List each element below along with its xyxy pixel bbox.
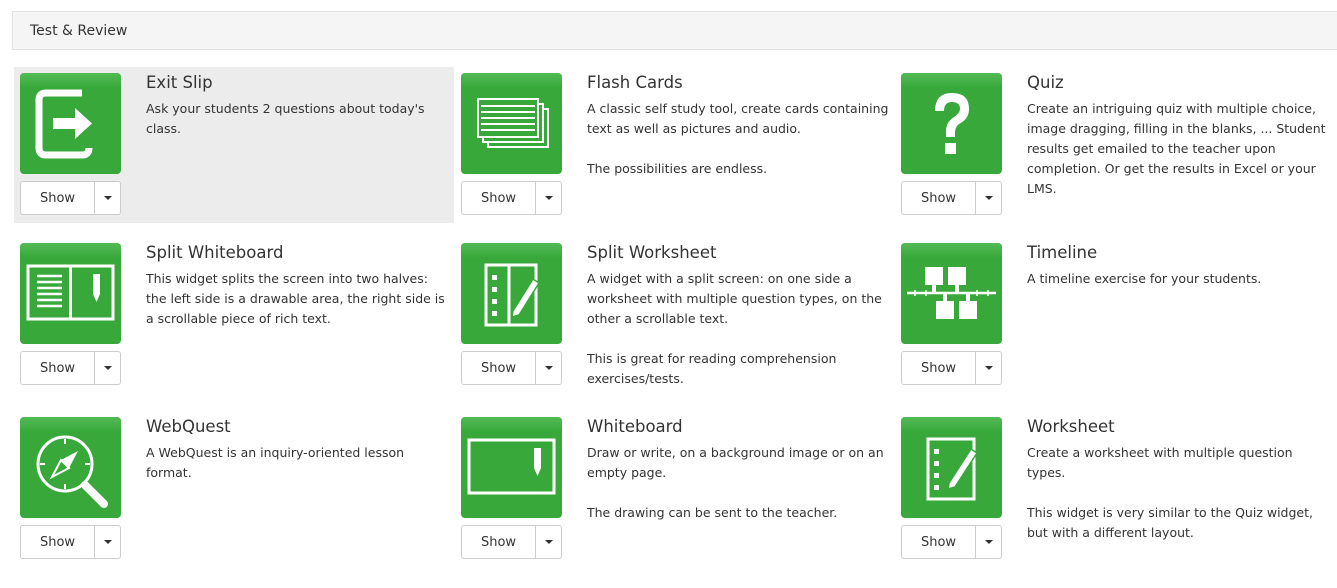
widget-card-worksheet[interactable]: Show Worksheet Create a worksheet with m…: [895, 411, 1335, 567]
caret-down-icon: [984, 366, 993, 370]
dropdown-toggle[interactable]: [95, 525, 121, 559]
dropdown-toggle[interactable]: [536, 525, 562, 559]
widget-description: This widget splits the screen into two h…: [146, 269, 448, 329]
show-button[interactable]: Show: [461, 181, 536, 215]
split-worksheet-icon[interactable]: [461, 243, 562, 344]
show-button[interactable]: Show: [20, 351, 95, 385]
widget-card-whiteboard[interactable]: Show Whiteboard Draw or write, on a back…: [455, 411, 895, 567]
widget-description: Create an intriguing quiz with multiple …: [1027, 99, 1329, 199]
widget-card-exit-slip[interactable]: Show Exit Slip Ask your students 2 quest…: [14, 67, 454, 223]
description-text: A widget with a split screen: on one sid…: [587, 271, 882, 326]
widget-title: Exit Slip: [146, 73, 213, 92]
caret-down-icon: [544, 366, 553, 370]
show-button-group: Show: [461, 525, 562, 559]
worksheet-icon[interactable]: [901, 417, 1002, 518]
description-text: The drawing can be sent to the teacher.: [587, 505, 838, 520]
widget-title: Whiteboard: [587, 417, 683, 436]
section-header: Test & Review: [12, 11, 1337, 50]
widget-description: Create a worksheet with multiple questio…: [1027, 443, 1329, 543]
caret-down-icon: [103, 540, 112, 544]
description-text: Create a worksheet with multiple questio…: [1027, 445, 1293, 480]
show-button[interactable]: Show: [901, 351, 976, 385]
dropdown-toggle[interactable]: [976, 525, 1002, 559]
show-button[interactable]: Show: [461, 351, 536, 385]
show-button[interactable]: Show: [20, 525, 95, 559]
description-text: A classic self study tool, create cards …: [587, 101, 889, 136]
widget-card-quiz[interactable]: Show Quiz Create an intriguing quiz with…: [895, 67, 1335, 223]
question-mark-icon[interactable]: [901, 73, 1002, 174]
widget-card-flash-cards[interactable]: Show Flash Cards A classic self study to…: [455, 67, 895, 223]
section-title: Test & Review: [30, 23, 128, 39]
description-text: Create an intriguing quiz with multiple …: [1027, 101, 1326, 196]
widget-description: A timeline exercise for your students.: [1027, 269, 1329, 289]
description-text: Ask your students 2 questions about toda…: [146, 101, 425, 136]
caret-down-icon: [984, 196, 993, 200]
show-button[interactable]: Show: [20, 181, 95, 215]
widget-card-timeline[interactable]: Show Timeline A timeline exercise for yo…: [895, 237, 1335, 393]
widget-card-webquest[interactable]: Show WebQuest A WebQuest is an inquiry-o…: [14, 411, 454, 567]
description-text: This is great for reading comprehension …: [587, 351, 837, 386]
widget-card-split-worksheet[interactable]: Show Split Worksheet A widget with a spl…: [455, 237, 895, 393]
widget-card-split-whiteboard[interactable]: Show Split Whiteboard This widget splits…: [14, 237, 454, 393]
whiteboard-icon[interactable]: [461, 417, 562, 518]
widget-title: Flash Cards: [587, 73, 683, 92]
dropdown-toggle[interactable]: [976, 181, 1002, 215]
caret-down-icon: [984, 540, 993, 544]
description-text: This widget is very similar to the Quiz …: [1027, 505, 1313, 540]
widget-title: Worksheet: [1027, 417, 1115, 436]
split-whiteboard-icon[interactable]: [20, 243, 121, 344]
show-button-group: Show: [901, 351, 1002, 385]
show-button-group: Show: [901, 525, 1002, 559]
show-button[interactable]: Show: [461, 525, 536, 559]
show-button-group: Show: [20, 525, 121, 559]
widget-description: A WebQuest is an inquiry-oriented lesson…: [146, 443, 448, 483]
widget-title: Split Whiteboard: [146, 243, 284, 262]
widget-title: Timeline: [1027, 243, 1098, 262]
widget-title: Quiz: [1027, 73, 1064, 92]
caret-down-icon: [544, 196, 553, 200]
exit-icon[interactable]: [20, 73, 121, 174]
show-button-group: Show: [461, 181, 562, 215]
compass-magnifier-icon[interactable]: [20, 417, 121, 518]
show-button-group: Show: [20, 181, 121, 215]
show-button[interactable]: Show: [901, 181, 976, 215]
dropdown-toggle[interactable]: [95, 181, 121, 215]
widget-description: Draw or write, on a background image or …: [587, 443, 889, 523]
widget-description: A widget with a split screen: on one sid…: [587, 269, 889, 389]
caret-down-icon: [103, 196, 112, 200]
description-text: A timeline exercise for your students.: [1027, 271, 1262, 286]
dropdown-toggle[interactable]: [536, 181, 562, 215]
widget-description: Ask your students 2 questions about toda…: [146, 99, 448, 139]
description-text: The possibilities are endless.: [587, 161, 768, 176]
show-button[interactable]: Show: [901, 525, 976, 559]
dropdown-toggle[interactable]: [976, 351, 1002, 385]
widget-title: Split Worksheet: [587, 243, 717, 262]
timeline-icon[interactable]: [901, 243, 1002, 344]
description-text: A WebQuest is an inquiry-oriented lesson…: [146, 445, 405, 480]
caret-down-icon: [103, 366, 112, 370]
show-button-group: Show: [461, 351, 562, 385]
caret-down-icon: [544, 540, 553, 544]
widget-title: WebQuest: [146, 417, 231, 436]
dropdown-toggle[interactable]: [95, 351, 121, 385]
dropdown-toggle[interactable]: [536, 351, 562, 385]
show-button-group: Show: [901, 181, 1002, 215]
show-button-group: Show: [20, 351, 121, 385]
description-text: Draw or write, on a background image or …: [587, 445, 884, 480]
widget-description: A classic self study tool, create cards …: [587, 99, 889, 179]
description-text: This widget splits the screen into two h…: [146, 271, 445, 326]
cards-stack-icon[interactable]: [461, 73, 562, 174]
